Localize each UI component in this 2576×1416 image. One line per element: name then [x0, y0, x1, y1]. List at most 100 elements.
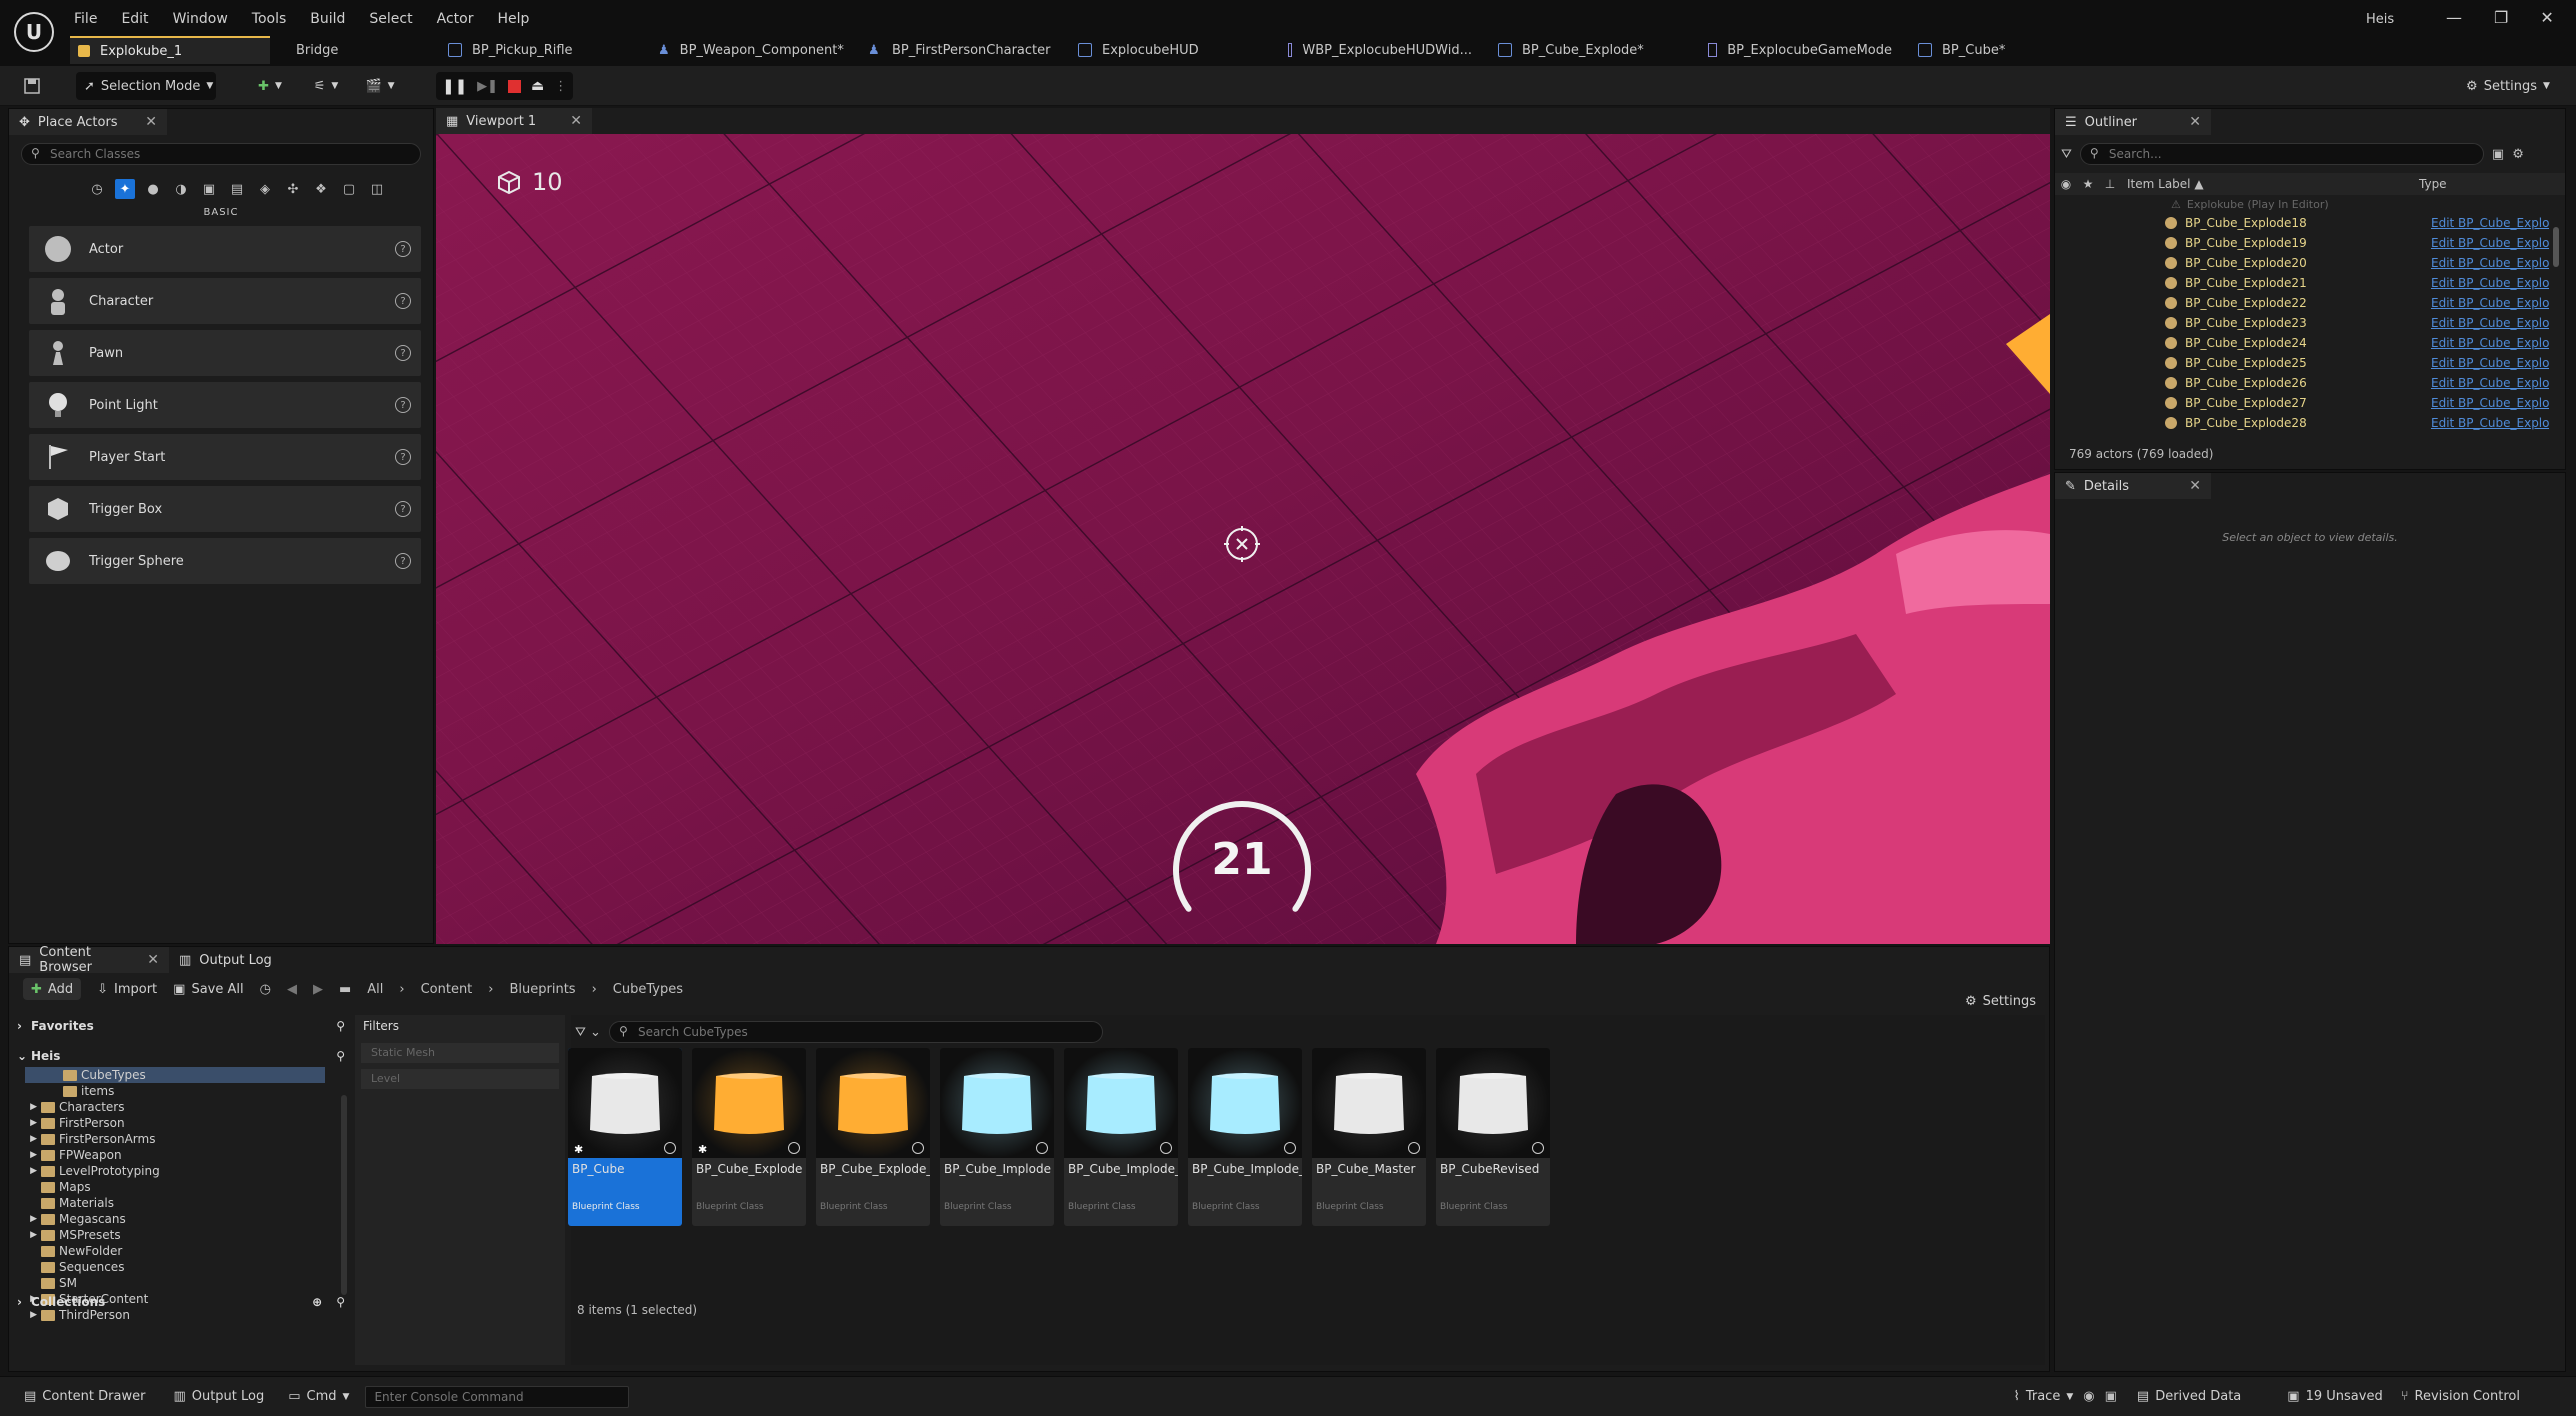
- outliner-row-type-link[interactable]: Edit BP_Cube_Explo: [2431, 256, 2549, 270]
- tab-bp-cube[interactable]: BP_Cube*: [1910, 36, 2050, 64]
- outliner-row[interactable]: BP_Cube_Explode20 Edit BP_Cube_Explo: [2055, 253, 2565, 273]
- tree-scrollbar[interactable]: [341, 1095, 347, 1295]
- outliner-scrollbar[interactable]: [2553, 227, 2559, 267]
- outliner-row[interactable]: BP_Cube_Explode21 Edit BP_Cube_Explo: [2055, 273, 2565, 293]
- tab-bp-cube-explode[interactable]: BP_Cube_Explode*: [1490, 36, 1700, 64]
- heis-section[interactable]: ⌄ Heis ⚲: [17, 1045, 351, 1067]
- close-icon[interactable]: ✕: [2189, 114, 2201, 130]
- tab-output-log[interactable]: ▥ Output Log: [169, 947, 289, 973]
- save-all-button[interactable]: ▣ Save All: [173, 975, 243, 1003]
- outliner-row-type-link[interactable]: Edit BP_Cube_Explo: [2431, 296, 2549, 310]
- folder-icon[interactable]: ▬: [339, 982, 351, 997]
- outliner-row-type-link[interactable]: Edit BP_Cube_Explo: [2431, 416, 2549, 430]
- content-settings-button[interactable]: ⚙ Settings: [1965, 987, 2036, 1015]
- folder-item-newfolder[interactable]: NewFolder: [25, 1243, 351, 1259]
- asset-tile[interactable]: ✱ BP_Cube Blueprint Class: [568, 1048, 682, 1226]
- gear-icon[interactable]: ⚙: [2512, 147, 2524, 162]
- add-actor-button[interactable]: ✚ ▼: [248, 72, 292, 100]
- help-icon[interactable]: ?: [395, 449, 411, 465]
- recent-icon[interactable]: ◷: [87, 179, 107, 199]
- tab-bridge[interactable]: Bridge: [270, 36, 440, 64]
- user-name[interactable]: Heis: [2366, 12, 2394, 27]
- output-log-button[interactable]: ▥ Output Log: [167, 1383, 270, 1411]
- visual-effects-icon[interactable]: ▤: [227, 179, 247, 199]
- add-folder-icon[interactable]: ▣: [2492, 147, 2504, 162]
- unsaved-button[interactable]: ▣ 19 Unsaved: [2287, 1383, 2382, 1411]
- history-icon[interactable]: ◷: [260, 982, 271, 997]
- shapes-icon[interactable]: ◑: [171, 179, 191, 199]
- tab-explocubehud[interactable]: ExplocubeHUD: [1070, 36, 1280, 64]
- filter-icon[interactable]: ⛛ ⌄: [575, 1025, 601, 1040]
- help-icon[interactable]: ?: [395, 501, 411, 517]
- trace-button[interactable]: ⌇ Trace ▼: [2013, 1383, 2073, 1411]
- folder-item-maps[interactable]: Maps: [25, 1179, 351, 1195]
- tab-bp-weapon-component[interactable]: ♟ BP_Weapon_Component*: [650, 36, 860, 64]
- more-options-icon[interactable]: ⋮: [554, 79, 567, 94]
- close-icon[interactable]: ✕: [2189, 478, 2201, 494]
- game-view[interactable]: 10 21: [436, 134, 2050, 944]
- back-icon[interactable]: ◀: [287, 982, 297, 997]
- star-icon[interactable]: ★: [2077, 177, 2099, 191]
- tab-viewport-1[interactable]: ▦ Viewport 1 ✕: [436, 108, 592, 134]
- settings-button[interactable]: ⚙ Settings ▼: [2460, 72, 2556, 100]
- revision-control-button[interactable]: ⑂ Revision Control: [2401, 1383, 2520, 1411]
- blueprint-button[interactable]: ⚟ ▼: [304, 72, 348, 100]
- folder-item-cubetypes[interactable]: CubeTypes: [25, 1067, 325, 1083]
- volumes-icon[interactable]: ✣: [283, 179, 303, 199]
- outliner-row[interactable]: BP_Cube_Explode28 Edit BP_Cube_Explo: [2055, 413, 2565, 433]
- content-drawer-button[interactable]: ▤ Content Drawer: [18, 1383, 151, 1411]
- outliner-row[interactable]: BP_Cube_Explode22 Edit BP_Cube_Explo: [2055, 293, 2565, 313]
- tab-content-browser[interactable]: ▤ Content Browser ✕: [9, 945, 169, 975]
- add-collection-icon[interactable]: ⊕: [312, 1295, 322, 1309]
- breadcrumb-content[interactable]: Content: [421, 982, 473, 997]
- tab-wbp-explocubehudwidget[interactable]: WBP_ExplocubeHUDWid...: [1280, 36, 1490, 64]
- folder-item-mspresets[interactable]: ▶ MSPresets: [25, 1227, 351, 1243]
- cinematics-button[interactable]: 🎬 ▼: [358, 72, 402, 100]
- asset-tile[interactable]: BP_CubeRevised Blueprint Class: [1436, 1048, 1550, 1226]
- stop-icon[interactable]: [508, 79, 522, 93]
- folder-item-firstpersonarms[interactable]: ▶ FirstPersonArms: [25, 1131, 351, 1147]
- search-icon[interactable]: ⚲: [336, 1295, 345, 1309]
- outliner-row[interactable]: BP_Cube_Explode24 Edit BP_Cube_Explo: [2055, 333, 2565, 353]
- folder-item-items[interactable]: items: [25, 1083, 351, 1099]
- outliner-row-type-link[interactable]: Edit BP_Cube_Explo: [2431, 276, 2549, 290]
- outliner-row-type-link[interactable]: Edit BP_Cube_Explo: [2431, 316, 2549, 330]
- folder-item-sm[interactable]: SM: [25, 1275, 351, 1291]
- close-window-icon[interactable]: ✕: [2540, 8, 2553, 27]
- outliner-row[interactable]: BP_Cube_Explode25 Edit BP_Cube_Explo: [2055, 353, 2565, 373]
- collections-section[interactable]: › Collections ⊕ ⚲: [17, 1291, 351, 1313]
- asset-tile[interactable]: BP_Cube_Explode_More Blueprint Class: [816, 1048, 930, 1226]
- asset-tile[interactable]: BP_Cube_Master Blueprint Class: [1312, 1048, 1426, 1226]
- all-classes-icon[interactable]: ❖: [311, 179, 331, 199]
- help-icon[interactable]: ?: [395, 345, 411, 361]
- asset-tile[interactable]: ✱ BP_Cube_Explode Blueprint Class: [692, 1048, 806, 1226]
- outliner-row-type-link[interactable]: Edit BP_Cube_Explo: [2431, 356, 2549, 370]
- favorites-section[interactable]: › Favorites ⚲: [17, 1015, 351, 1037]
- cinematic-icon[interactable]: ▣: [199, 179, 219, 199]
- actor-item-actor[interactable]: Actor?: [29, 226, 421, 272]
- close-icon[interactable]: ✕: [570, 113, 582, 129]
- search-icon[interactable]: ⚲: [336, 1049, 345, 1063]
- tab-bp-firstpersoncharacter[interactable]: ♟ BP_FirstPersonCharacter: [860, 36, 1070, 64]
- search-icon[interactable]: ⚲: [336, 1019, 345, 1033]
- forward-icon[interactable]: ▶: [313, 982, 323, 997]
- breadcrumb-all[interactable]: All: [367, 982, 383, 997]
- outliner-row[interactable]: BP_Cube_Explode27 Edit BP_Cube_Explo: [2055, 393, 2565, 413]
- menu-window[interactable]: Window: [161, 6, 240, 32]
- tab-bp-pickup-rifle[interactable]: BP_Pickup_Rifle: [440, 36, 650, 64]
- folder-item-levelprototyping[interactable]: ▶ LevelPrototyping: [25, 1163, 351, 1179]
- lights-icon[interactable]: ●: [143, 179, 163, 199]
- eye-icon[interactable]: ◉: [2055, 177, 2077, 191]
- outliner-root[interactable]: ⚠ Explokube (Play In Editor): [2055, 195, 2565, 213]
- folder-item-firstperson[interactable]: ▶ FirstPerson: [25, 1115, 351, 1131]
- eject-icon[interactable]: ⏏: [531, 78, 544, 94]
- save-icon[interactable]: [18, 72, 46, 100]
- outliner-search-input[interactable]: [2079, 143, 2484, 165]
- basic-icon[interactable]: ✦: [115, 179, 135, 199]
- minimize-icon[interactable]: —: [2446, 8, 2462, 27]
- menu-file[interactable]: File: [62, 6, 109, 32]
- outliner-row[interactable]: BP_Cube_Explode26 Edit BP_Cube_Explo: [2055, 373, 2565, 393]
- filter-icon[interactable]: ⛛: [2061, 147, 2072, 162]
- snapshot-icon[interactable]: ▣: [2105, 1389, 2117, 1404]
- actor-item-pawn[interactable]: Pawn?: [29, 330, 421, 376]
